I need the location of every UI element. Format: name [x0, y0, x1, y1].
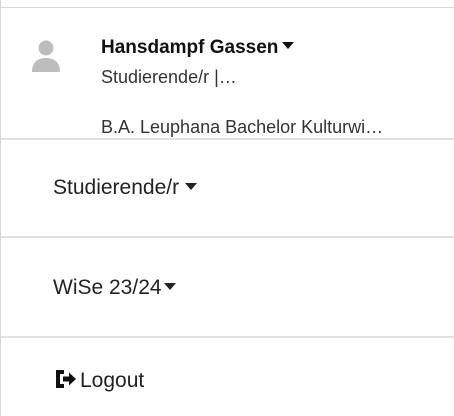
user-name: Hansdampf Gassen: [101, 37, 279, 58]
logout-label: Logout: [80, 369, 145, 392]
user-role-summary: Studierende/r |…: [101, 67, 237, 87]
user-name-dropdown[interactable]: Hansdampf Gassen: [101, 37, 295, 59]
semester-selector-label: WiSe 23/24: [53, 276, 162, 299]
user-silhouette-icon: [32, 40, 60, 72]
caret-down-icon: [185, 182, 198, 190]
divider: [1, 336, 454, 338]
role-selector-label: Studierende/r: [53, 176, 180, 199]
profile-section: Hansdampf Gassen Studierende/r |… B.A. L…: [1, 8, 454, 138]
caret-down-icon: [282, 42, 295, 50]
user-menu-panel: Hansdampf Gassen Studierende/r |… B.A. L…: [0, 0, 454, 416]
semester-selector[interactable]: WiSe 23/24: [53, 276, 176, 300]
divider: [1, 236, 454, 238]
divider: [1, 138, 454, 140]
study-program: B.A. Leuphana Bachelor Kulturwi…: [101, 117, 384, 137]
logout-icon: [56, 370, 76, 389]
logout-button[interactable]: Logout: [53, 369, 144, 393]
role-selector[interactable]: Studierende/r: [53, 176, 198, 200]
caret-down-icon: [163, 282, 176, 290]
